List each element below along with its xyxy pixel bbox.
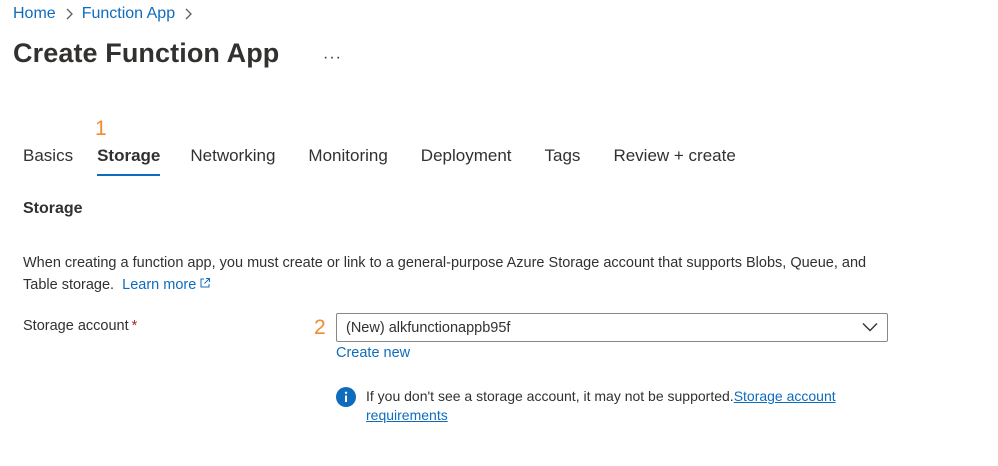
chevron-right-icon	[184, 8, 193, 20]
tab-monitoring[interactable]: Monitoring	[308, 146, 387, 176]
annotation-step-1: 1	[95, 117, 107, 140]
tab-networking[interactable]: Networking	[190, 146, 275, 176]
chevron-down-icon	[862, 320, 878, 336]
create-new-link[interactable]: Create new	[336, 345, 410, 361]
chevron-right-icon	[65, 8, 73, 20]
section-heading: Storage	[23, 200, 83, 217]
external-link-icon	[199, 274, 211, 296]
page-title: Create Function App	[13, 38, 280, 68]
storage-account-label: Storage account *	[23, 318, 138, 334]
annotation-step-2: 2	[314, 316, 326, 339]
tab-deployment[interactable]: Deployment	[421, 146, 512, 176]
storage-info-message: If you don't see a storage account, it m…	[366, 388, 836, 423]
breadcrumb-function-app-link[interactable]: Function App	[82, 5, 175, 23]
learn-more-link[interactable]: Learn more	[122, 277, 211, 293]
tab-tags[interactable]: Tags	[545, 146, 581, 176]
info-icon	[336, 387, 356, 412]
breadcrumb: Home Function App	[13, 5, 201, 23]
storage-description: When creating a function app, you must c…	[23, 252, 893, 296]
tab-storage[interactable]: Storage	[97, 146, 161, 176]
required-marker: *	[131, 318, 138, 334]
breadcrumb-home-link[interactable]: Home	[13, 5, 56, 23]
more-icon[interactable]: ···	[323, 49, 342, 67]
tab-bar: Basics Storage Networking Monitoring Dep…	[23, 146, 736, 176]
tab-basics[interactable]: Basics	[23, 146, 73, 176]
tab-review-create[interactable]: Review + create	[613, 146, 735, 176]
storage-account-dropdown[interactable]: (New) alkfunctionappb95f	[336, 313, 888, 342]
storage-account-value: (New) alkfunctionappb95f	[346, 319, 511, 336]
